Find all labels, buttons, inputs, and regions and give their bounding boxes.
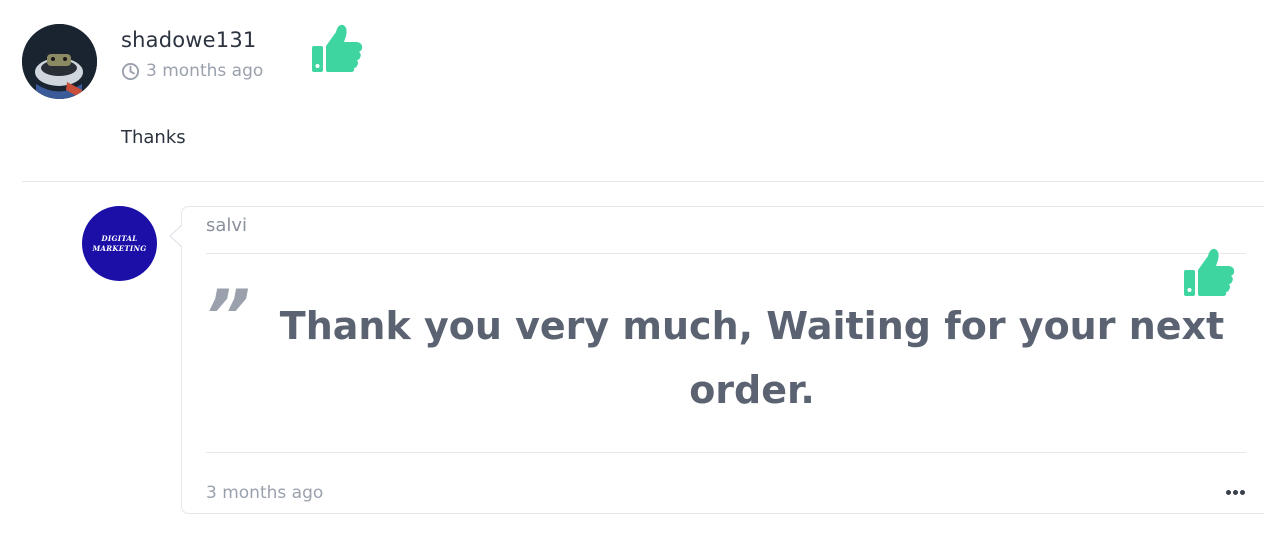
- reply-divider-bottom: [206, 452, 1246, 453]
- seller-name[interactable]: salvi: [206, 215, 247, 236]
- thumbs-up-icon[interactable]: [1182, 246, 1236, 298]
- reply-divider-top: [206, 253, 1246, 254]
- more-dot: [1232, 489, 1238, 495]
- clock-icon: [121, 62, 140, 81]
- review-username[interactable]: shadowe131: [121, 28, 256, 52]
- reply-card-pointer-fill: [171, 225, 183, 247]
- section-divider: [22, 181, 1264, 182]
- more-options-icon[interactable]: [1222, 482, 1248, 502]
- thumbs-up-icon[interactable]: [310, 22, 364, 74]
- more-dot: [1239, 489, 1245, 495]
- more-dot: [1225, 489, 1231, 495]
- reply-text: Thank you very much, Waiting for your ne…: [279, 304, 1225, 412]
- seller-avatar[interactable]: DIGITAL MARKETING: [82, 206, 157, 281]
- seller-avatar-text-line1: DIGITAL: [101, 233, 138, 243]
- seller-avatar-text-line2: MARKETING: [92, 243, 147, 253]
- quote-icon: ”: [204, 274, 251, 358]
- review-timestamp: 3 months ago: [121, 61, 263, 81]
- review-page: shadowe131 3 months ago Thanks DIGITAL M…: [0, 0, 1264, 536]
- review-text: Thanks: [121, 127, 186, 148]
- user-avatar[interactable]: [22, 24, 97, 99]
- review-time-text: 3 months ago: [146, 61, 264, 81]
- reply-timestamp: 3 months ago: [206, 483, 324, 503]
